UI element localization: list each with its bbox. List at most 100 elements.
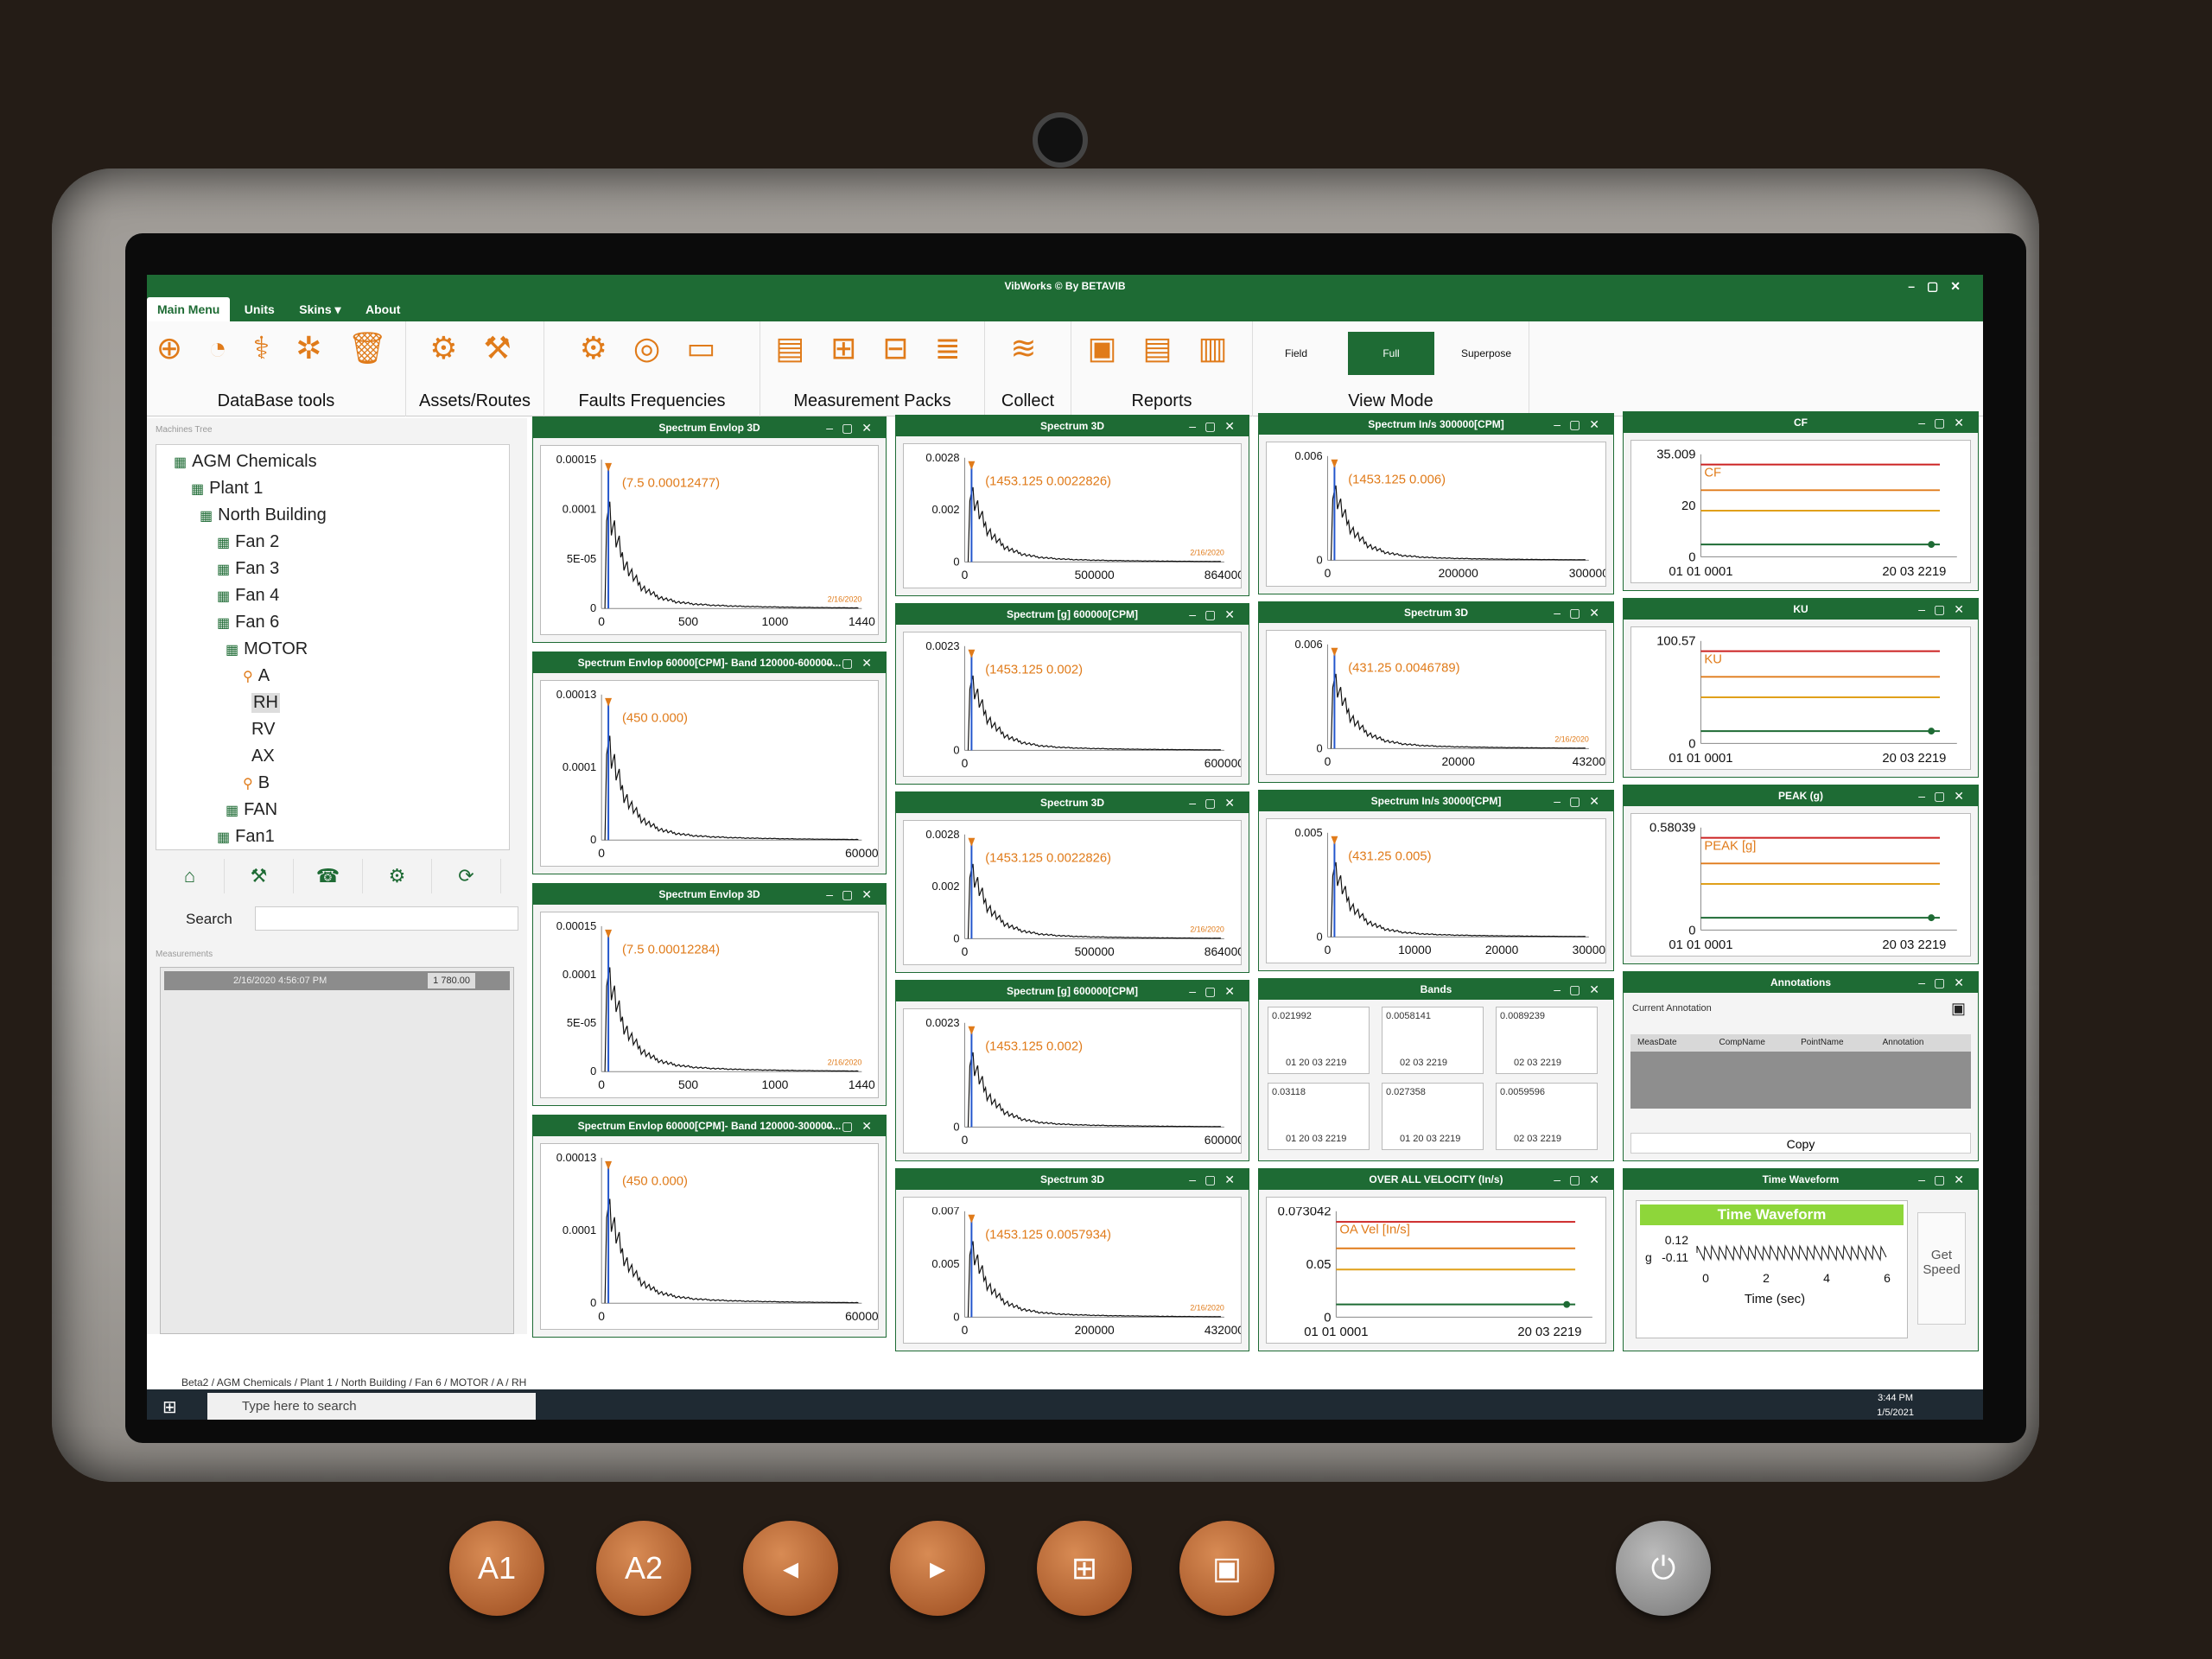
panel-header[interactable]: Time Waveform –▢✕: [1624, 1169, 1978, 1190]
panel-window-controls[interactable]: –▢✕: [826, 417, 880, 438]
spectrum-plot[interactable]: 0.006 0 0 20000 43200 (431.25 0.0046789) 2/16/…: [1266, 630, 1606, 775]
panel-header[interactable]: Spectrum 3D –▢✕: [1259, 602, 1613, 623]
panel-window-controls[interactable]: –▢✕: [1918, 972, 1973, 993]
volume-down-icon[interactable]: ◂: [743, 1521, 838, 1616]
collect-icon[interactable]: ≋: [985, 330, 1071, 366]
panel-header[interactable]: Spectrum 3D –▢✕: [896, 1169, 1249, 1190]
windows-key-icon[interactable]: ⊞: [1037, 1521, 1132, 1616]
panel-header[interactable]: Spectrum In/s 300000[CPM] –▢✕: [1259, 414, 1613, 435]
panel-header[interactable]: Annotations –▢✕: [1624, 972, 1978, 993]
power-icon[interactable]: ⏻: [1616, 1521, 1711, 1616]
panel-header[interactable]: Spectrum Envlop 3D –▢✕: [533, 417, 886, 438]
trend-plot[interactable]: 0.073042 0.05 0 01 01 0001 20 03 2219 OA Vel …: [1266, 1197, 1606, 1344]
panel-header[interactable]: Spectrum [g] 600000[CPM] –▢✕: [896, 981, 1249, 1001]
measurement-row[interactable]: 2/16/2020 4:56:07 PM 1 780.00: [164, 971, 510, 990]
tree-node[interactable]: ▦ AGM Chemicals: [174, 452, 317, 472]
tree-node[interactable]: ⚲ B: [243, 773, 270, 793]
panel-window-controls[interactable]: –▢✕: [1554, 979, 1608, 1000]
tree-node[interactable]: ⚲ A: [243, 666, 270, 686]
panel-window-controls[interactable]: –▢✕: [1189, 981, 1243, 1001]
taskbar-search[interactable]: Type here to search: [207, 1393, 536, 1420]
tree-node[interactable]: ▦ Fan 2: [217, 532, 279, 552]
tree-node[interactable]: ▦ MOTOR: [226, 639, 308, 659]
copy-button[interactable]: Copy: [1630, 1133, 1971, 1154]
panel-header[interactable]: Spectrum Envlop 3D –▢✕: [533, 884, 886, 905]
panel-window-controls[interactable]: –▢✕: [1918, 1169, 1973, 1190]
get-speed-button[interactable]: Get Speed: [1917, 1212, 1966, 1325]
column-header[interactable]: CompName: [1713, 1034, 1795, 1052]
tab-main-menu[interactable]: Main Menu: [147, 297, 231, 321]
panel-window-controls[interactable]: –▢✕: [1554, 602, 1608, 623]
spectrum-plot[interactable]: 0.00013 0.0001 0 0 60000 (450 0.000): [540, 1143, 879, 1330]
search-input[interactable]: [255, 906, 518, 931]
spectrum-plot[interactable]: 0.007 0.005 0 0 200000 432000 (1453.125 0.0057…: [903, 1197, 1242, 1344]
tree-node[interactable]: ▦ Fan 6: [217, 613, 279, 632]
tree-node[interactable]: ▦ FAN: [226, 800, 277, 820]
time-waveform-plot[interactable]: Time Waveform g 0.12 -0.11 0 2 4 6 Time (sec): [1636, 1200, 1908, 1338]
machines-tree[interactable]: ▦ AGM Chemicals ▦ Plant 1 ▦ North Building ▦ Fa…: [156, 444, 510, 850]
tab-skins[interactable]: Skins ▾: [289, 297, 351, 322]
view-superpose-button[interactable]: Superpose: [1443, 332, 1529, 375]
reports-icons[interactable]: ▣ ▤ ▥: [1071, 330, 1252, 366]
spectrum-plot[interactable]: 0.0023 0 0 600000 (1453.125 0.002): [903, 632, 1242, 777]
spectrum-plot[interactable]: 0.00015 0.0001 5E-05 0 0 500 1000 1440 (7.5 0.00…: [540, 445, 879, 635]
panel-header[interactable]: KU –▢✕: [1624, 599, 1978, 620]
spectrum-plot[interactable]: 0.00015 0.0001 5E-05 0 0 500 1000 1440 (7.5 0.00…: [540, 912, 879, 1098]
panel-header[interactable]: CF –▢✕: [1624, 412, 1978, 433]
tree-node[interactable]: AX: [251, 747, 275, 766]
column-header[interactable]: MeasDate: [1630, 1034, 1713, 1052]
view-field-button[interactable]: Field: [1253, 332, 1339, 375]
panel-header[interactable]: Spectrum 3D –▢✕: [896, 416, 1249, 436]
panel-window-controls[interactable]: –▢✕: [1189, 604, 1243, 625]
panel-window-controls[interactable]: –▢✕: [1918, 412, 1973, 433]
panel-header[interactable]: Spectrum In/s 30000[CPM] –▢✕: [1259, 791, 1613, 811]
column-header[interactable]: PointName: [1794, 1034, 1876, 1052]
band-cell[interactable]: 0.03118 01 20 03 2219: [1268, 1083, 1370, 1150]
view-full-button[interactable]: Full: [1348, 332, 1434, 375]
tab-units[interactable]: Units: [234, 297, 285, 321]
band-cell[interactable]: 0.0089239 02 03 2219: [1496, 1007, 1598, 1074]
spectrum-plot[interactable]: 0.00013 0.0001 0 0 60000 (450 0.000): [540, 680, 879, 867]
spectrum-plot[interactable]: 0.005 0 0 10000 20000 30000 (431.25 0.005): [1266, 818, 1606, 963]
assets-icons[interactable]: ⚙ ⚒: [406, 330, 543, 366]
panel-window-controls[interactable]: –▢✕: [1554, 414, 1608, 435]
band-cell[interactable]: 0.0058141 02 03 2219: [1382, 1007, 1484, 1074]
panel-window-controls[interactable]: –▢✕: [1554, 791, 1608, 811]
panel-header[interactable]: Spectrum 3D –▢✕: [896, 792, 1249, 813]
tree-tool-1-icon[interactable]: ⌂: [156, 859, 225, 893]
panel-header[interactable]: Spectrum Envlop 60000[CPM]- Band 120000-…: [533, 1116, 886, 1136]
trend-plot[interactable]: 0.58039 0 01 01 0001 20 03 2219 PEAK [g]: [1630, 813, 1971, 957]
tree-node[interactable]: RH: [251, 693, 280, 713]
trend-plot[interactable]: 35.009 20 0 01 01 0001 20 03 2219 CF: [1630, 440, 1971, 583]
panel-window-controls[interactable]: –▢✕: [826, 652, 880, 673]
spectrum-plot[interactable]: 0.0023 0 0 600000 (1453.125 0.002): [903, 1008, 1242, 1154]
panel-header[interactable]: Spectrum Envlop 60000[CPM]- Band 120000-…: [533, 652, 886, 673]
spectrum-plot[interactable]: 0.0028 0.002 0 0 500000 864000 (1453.125 0.002…: [903, 820, 1242, 965]
window-controls[interactable]: –▢✕: [1908, 275, 1973, 297]
tree-node[interactable]: ▦ Fan 4: [217, 586, 279, 606]
taskbar-clock[interactable]: 3:44 PM 1/5/2021: [1877, 1391, 1914, 1420]
tree-tool-3-icon[interactable]: ☎: [294, 859, 363, 893]
tree-tool-2-icon[interactable]: ⚒: [225, 859, 294, 893]
panel-window-controls[interactable]: –▢✕: [1918, 599, 1973, 620]
refresh-icon[interactable]: ⟳: [432, 859, 501, 893]
tree-node[interactable]: ▦ Fan1: [217, 827, 275, 847]
panel-window-controls[interactable]: –▢✕: [1189, 1169, 1243, 1190]
save-icon[interactable]: ▣: [1951, 1000, 1966, 1018]
panel-window-controls[interactable]: –▢✕: [1554, 1169, 1608, 1190]
windows-start-icon[interactable]: ⊞: [162, 1396, 177, 1418]
column-header[interactable]: Annotation: [1876, 1034, 1958, 1052]
panel-window-controls[interactable]: –▢✕: [1189, 416, 1243, 436]
tree-node[interactable]: ▦ Fan 3: [217, 559, 279, 579]
panel-header[interactable]: Spectrum [g] 600000[CPM] –▢✕: [896, 604, 1249, 625]
tree-node[interactable]: ▦ Plant 1: [191, 479, 263, 499]
tree-node[interactable]: RV: [251, 720, 275, 740]
hw-button-a2[interactable]: A2: [596, 1521, 691, 1616]
spectrum-plot[interactable]: 0.0028 0.002 0 0 500000 864000 (1453.125 0.002…: [903, 443, 1242, 588]
hw-button-a1[interactable]: A1: [449, 1521, 544, 1616]
panel-header[interactable]: OVER ALL VELOCITY (In/s) –▢✕: [1259, 1169, 1613, 1190]
tree-node[interactable]: ▦ North Building: [200, 505, 327, 525]
panel-window-controls[interactable]: –▢✕: [1918, 785, 1973, 806]
faults-icons[interactable]: ⚙ ◎ ▭: [544, 330, 760, 366]
trend-plot[interactable]: 100.57 0 01 01 0001 20 03 2219 KU: [1630, 626, 1971, 770]
